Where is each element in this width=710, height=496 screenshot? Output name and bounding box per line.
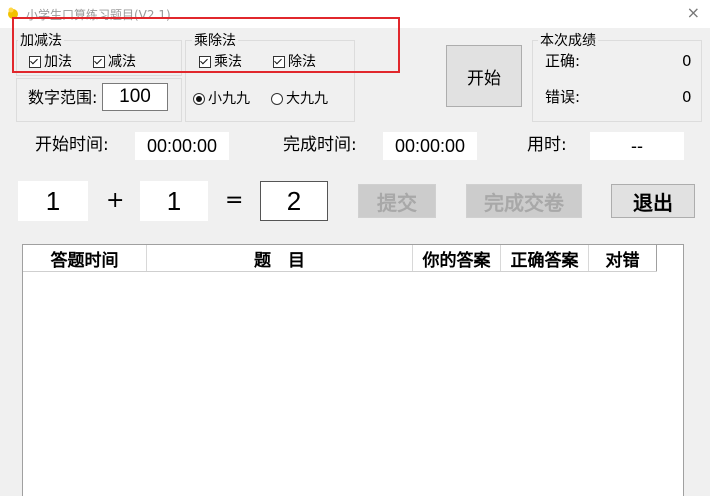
- start-button[interactable]: 开始: [446, 45, 522, 107]
- exit-button[interactable]: 退出: [611, 184, 695, 218]
- muldiv-group-label: 乘除法: [192, 33, 238, 49]
- checkmark-icon: [93, 56, 105, 68]
- used-time-value: --: [590, 132, 684, 160]
- table-header: 答题时间 题 目 你的答案 正确答案 对错: [23, 245, 657, 272]
- big-table-radio-label: 大九九: [286, 91, 328, 107]
- checkmark-icon: [199, 56, 211, 68]
- submit-button[interactable]: 提交: [358, 184, 436, 218]
- start-time-value: 00:00:00: [135, 132, 229, 160]
- addsub-group-label: 加减法: [18, 33, 64, 49]
- range-input[interactable]: 100: [102, 83, 168, 111]
- wrong-label: 错误:: [545, 88, 581, 106]
- column-header-time[interactable]: 答题时间: [23, 245, 147, 271]
- range-label: 数字范围:: [28, 88, 98, 107]
- column-header-result[interactable]: 对错: [589, 245, 657, 271]
- title-bar: 小学生口算练习题目(V2.1) ×: [0, 0, 710, 28]
- operator-symbol: +: [106, 188, 125, 213]
- big-table-radio[interactable]: 大九九: [271, 91, 328, 107]
- column-header-your-answer[interactable]: 你的答案: [413, 245, 501, 271]
- results-table[interactable]: 答题时间 题 目 你的答案 正确答案 对错: [22, 244, 684, 496]
- sub-checkbox-label: 减法: [108, 54, 136, 70]
- start-time-label: 开始时间:: [35, 135, 109, 155]
- equals-symbol: =: [225, 188, 244, 213]
- close-icon[interactable]: ×: [687, 3, 700, 22]
- small-table-radio-label: 小九九: [208, 91, 250, 107]
- correct-label: 正确:: [545, 52, 581, 70]
- window-title: 小学生口算练习题目(V2.1): [26, 8, 171, 22]
- radio-unselected-icon: [271, 93, 283, 105]
- score-group-label: 本次成绩: [538, 33, 598, 49]
- correct-value: 0: [682, 52, 692, 70]
- app-window: 小学生口算练习题目(V2.1) × 加减法 加法 减法 乘除法 乘法 除法 小九…: [0, 0, 710, 496]
- end-time-label: 完成时间:: [283, 135, 357, 155]
- column-header-question[interactable]: 题 目: [147, 245, 413, 271]
- mul-checkbox-label: 乘法: [214, 54, 242, 70]
- wrong-value: 0: [682, 88, 692, 106]
- div-checkbox[interactable]: 除法: [273, 54, 316, 70]
- operand-b: 1: [140, 181, 208, 221]
- small-table-radio[interactable]: 小九九: [193, 91, 250, 107]
- mul-checkbox[interactable]: 乘法: [199, 54, 242, 70]
- finish-button[interactable]: 完成交卷: [466, 184, 582, 218]
- add-checkbox-label: 加法: [44, 54, 72, 70]
- operand-a: 1: [18, 181, 88, 221]
- sub-checkbox[interactable]: 减法: [93, 54, 136, 70]
- checkmark-icon: [273, 56, 285, 68]
- checkmark-icon: [29, 56, 41, 68]
- column-header-correct-answer[interactable]: 正确答案: [501, 245, 589, 271]
- muldiv-group: [185, 40, 355, 122]
- end-time-value: 00:00:00: [383, 132, 477, 160]
- add-checkbox[interactable]: 加法: [29, 54, 72, 70]
- app-icon: [8, 7, 18, 19]
- answer-input[interactable]: 2: [260, 181, 328, 221]
- radio-selected-icon: [193, 93, 205, 105]
- used-time-label: 用时:: [527, 135, 567, 155]
- div-checkbox-label: 除法: [288, 54, 316, 70]
